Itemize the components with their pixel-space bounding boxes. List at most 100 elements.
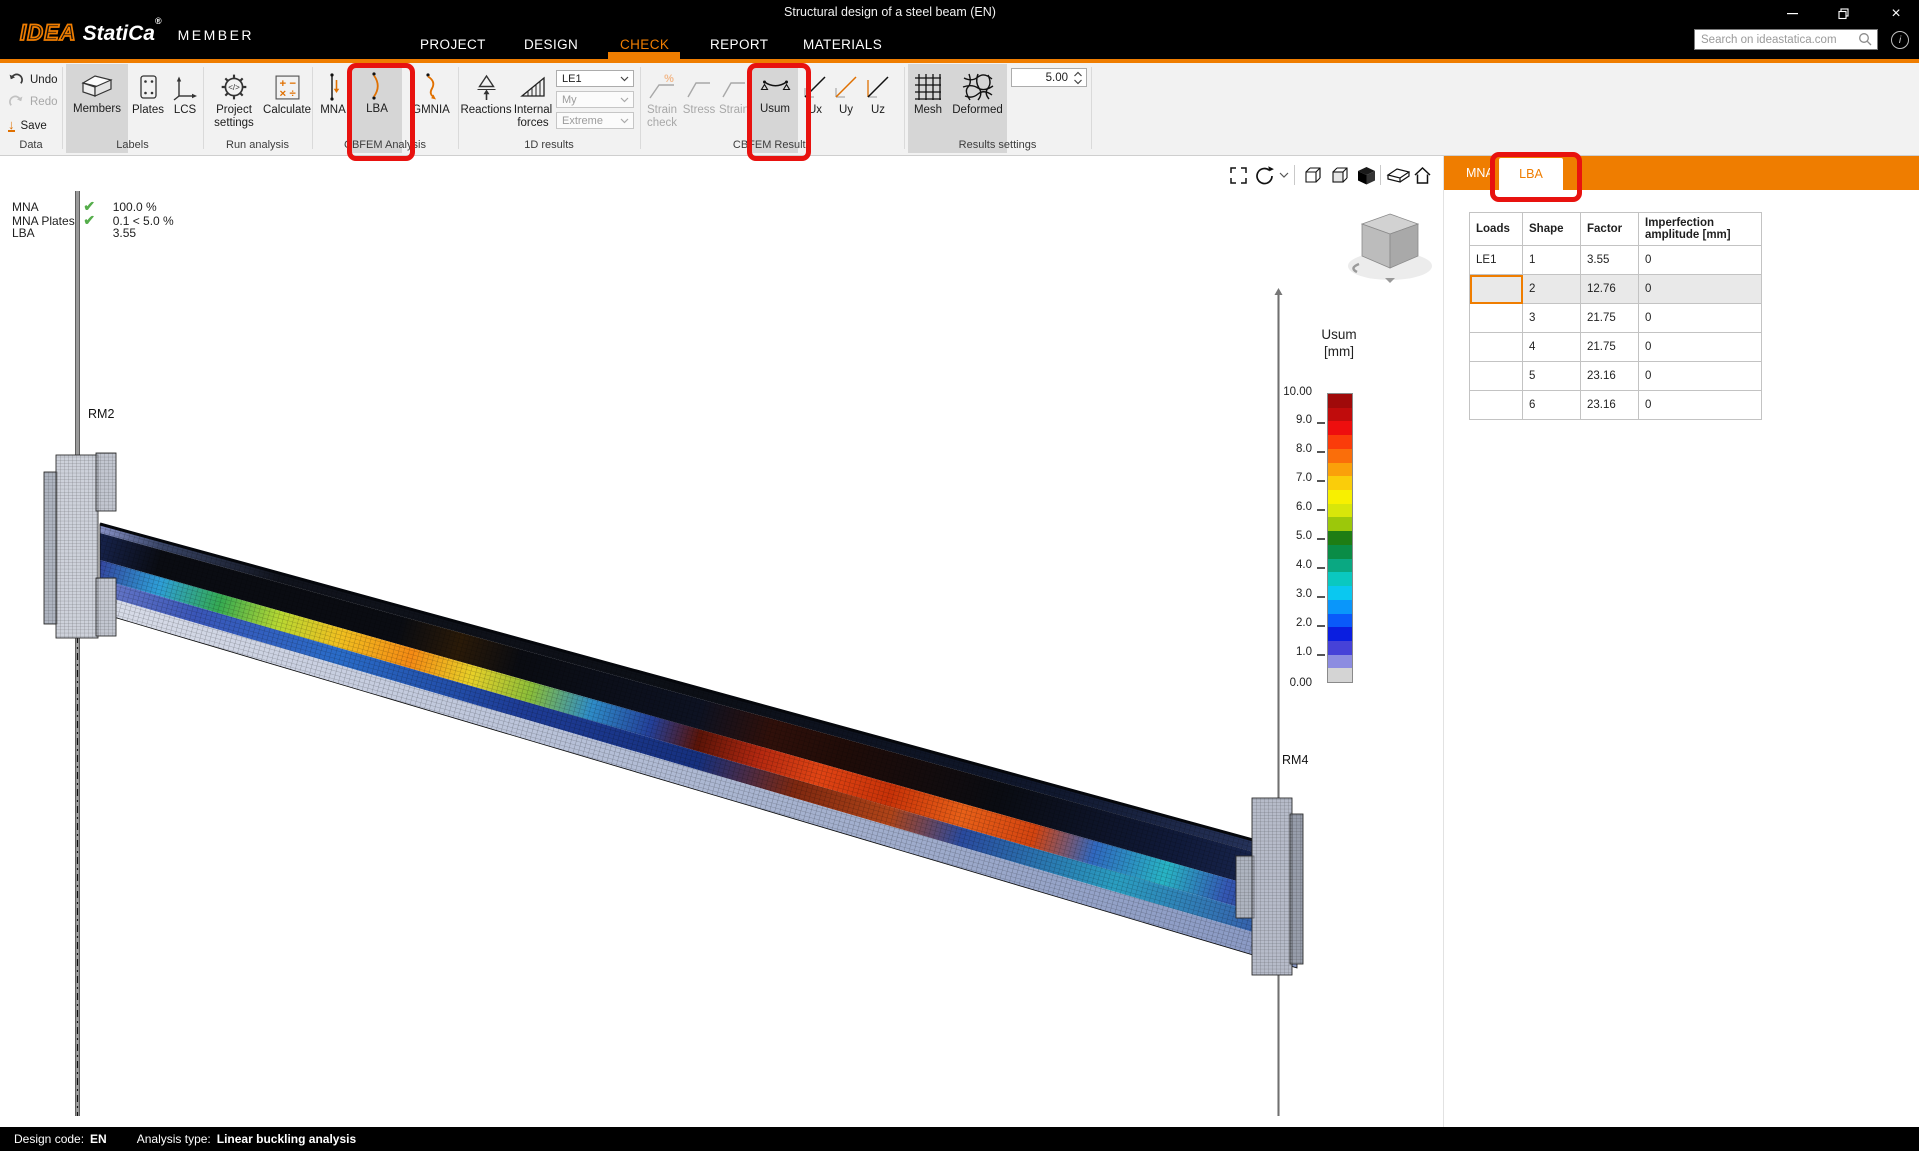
group-label-cbfem-analysis: CBFEM Analysis: [312, 139, 458, 151]
table-row[interactable]: 5 23.160: [1470, 362, 1762, 391]
spinner-arrows-icon[interactable]: [1073, 70, 1083, 86]
gear-icon: </>: [219, 70, 249, 104]
reactions-button[interactable]: Reactions: [462, 65, 510, 137]
strain-check-button[interactable]: % Strain check: [643, 65, 681, 137]
member-box-icon: [79, 69, 115, 103]
undo-button[interactable]: Undo: [8, 71, 58, 89]
deformed-button[interactable]: Deformed: [948, 65, 1007, 137]
view-wireframe-button[interactable]: [1300, 163, 1324, 187]
logo-idea: IDEA: [20, 20, 77, 46]
mna-button[interactable]: MNA: [316, 65, 350, 137]
redo-button[interactable]: Redo: [8, 93, 58, 111]
beam-3d-model[interactable]: [0, 156, 1443, 1127]
plate-icon: [138, 70, 159, 104]
table-row-selected[interactable]: 2 12.760: [1470, 275, 1762, 304]
model-viewport[interactable]: MNA ✔ 100.0 % MNA Plates ✔ 0.1 < 5.0 % L…: [0, 156, 1443, 1127]
info-icon[interactable]: i: [1891, 31, 1909, 49]
ribbon: Undo Redo ↓ Save Data Members Plates LCS: [0, 63, 1919, 156]
menu-report[interactable]: REPORT: [710, 37, 768, 52]
members-label: Members: [73, 103, 121, 116]
menu-check[interactable]: CHECK: [620, 37, 669, 52]
gmnia-label: GMNIA: [412, 104, 450, 117]
active-tab-underline: [608, 52, 680, 59]
restore-button[interactable]: [1822, 0, 1866, 27]
menu-design[interactable]: DESIGN: [524, 37, 578, 52]
logo-product: MEMBER: [178, 27, 254, 43]
svg-text:÷: ÷: [289, 87, 295, 99]
legend-max: 10.00: [1260, 386, 1312, 398]
right-member-line[interactable]: [1275, 288, 1283, 1116]
table-row[interactable]: LE11 3.550: [1470, 246, 1762, 275]
uz-icon: [865, 70, 891, 104]
mesh-button[interactable]: Mesh: [908, 65, 948, 137]
ux-button[interactable]: Ux: [801, 65, 829, 137]
calculate-button[interactable]: +−×÷ Calculate: [262, 65, 312, 137]
project-settings-button[interactable]: </> Project settings: [207, 65, 261, 137]
selected-cell: [1470, 275, 1523, 304]
table-row[interactable]: 4 21.750: [1470, 333, 1762, 362]
strain-icon: [721, 70, 747, 104]
deformed-scale-spinner[interactable]: 5.00: [1011, 68, 1087, 87]
strain-label: Strain: [719, 104, 749, 117]
rotate-view-button[interactable]: [1252, 163, 1276, 187]
redo-icon: [8, 93, 24, 111]
home-view-button[interactable]: [1410, 163, 1434, 187]
internal-forces-button[interactable]: Internal forces: [512, 65, 554, 137]
window-title: Structural design of a steel beam (EN): [0, 5, 1780, 19]
uy-button[interactable]: Uy: [832, 65, 860, 137]
group-label-data: Data: [0, 139, 62, 151]
gmnia-icon: [420, 70, 442, 104]
beam-mesh[interactable]: [100, 524, 1297, 968]
design-code-value: EN: [90, 1132, 107, 1146]
ux-label: Ux: [808, 104, 822, 117]
search-input[interactable]: [1694, 29, 1878, 50]
chevron-down-icon: [620, 97, 629, 103]
extreme-select[interactable]: Extreme: [556, 112, 634, 129]
table-row[interactable]: 3 21.750: [1470, 304, 1762, 333]
uy-label: Uy: [839, 104, 853, 117]
tab-mna[interactable]: MNA: [1454, 156, 1506, 190]
mna-label: MNA: [320, 104, 346, 117]
view-shaded-edges-button[interactable]: [1327, 163, 1351, 187]
load-case-select[interactable]: LE1: [556, 70, 634, 87]
solid-cube-icon: [1356, 165, 1377, 186]
view-solid-button[interactable]: [1354, 163, 1378, 187]
plates-label: Plates: [132, 104, 164, 117]
stress-button[interactable]: Stress: [683, 65, 715, 137]
save-button[interactable]: ↓ Save: [8, 119, 47, 132]
plates-button[interactable]: Plates: [130, 65, 166, 137]
ux-icon: [802, 70, 828, 104]
chevron-down-icon: [620, 118, 629, 124]
uz-button[interactable]: Uz: [863, 65, 893, 137]
group-label-cbfem-results: CBFEM Results: [640, 139, 904, 151]
menu-project[interactable]: PROJECT: [420, 37, 486, 52]
section-view-button[interactable]: [1386, 163, 1410, 187]
mna-icon: [324, 70, 342, 104]
menu-materials[interactable]: MATERIALS: [803, 37, 882, 52]
col-factor: Factor: [1581, 213, 1639, 246]
lba-label: LBA: [366, 103, 388, 116]
strain-check-icon: %: [647, 70, 677, 104]
save-label: Save: [21, 120, 47, 132]
close-button[interactable]: ×: [1874, 0, 1918, 27]
gmnia-button[interactable]: GMNIA: [406, 65, 456, 137]
table-row[interactable]: 6 23.160: [1470, 391, 1762, 420]
search-icon[interactable]: [1858, 32, 1872, 51]
legend-title: Usum [mm]: [1300, 326, 1378, 360]
analysis-type-value: Linear buckling analysis: [217, 1132, 356, 1146]
reactions-label: Reactions: [460, 104, 511, 117]
wireframe-cube-icon: [1302, 165, 1323, 186]
minimize-button[interactable]: [1770, 0, 1814, 27]
deformed-label: Deformed: [952, 104, 1003, 117]
zoom-extents-button[interactable]: [1226, 163, 1250, 187]
svg-text:</>: </>: [228, 83, 240, 92]
group-label-1d-results: 1D results: [458, 139, 640, 151]
rotate-options-dropdown[interactable]: [1277, 163, 1290, 187]
tab-lba[interactable]: LBA: [1499, 158, 1563, 190]
left-member-line[interactable]: [76, 191, 80, 1116]
view-cube[interactable]: [1348, 214, 1432, 283]
load-case-value: LE1: [562, 73, 582, 85]
component-select[interactable]: My: [556, 91, 634, 108]
lcs-button[interactable]: LCS: [168, 65, 202, 137]
strain-button[interactable]: Strain: [717, 65, 751, 137]
